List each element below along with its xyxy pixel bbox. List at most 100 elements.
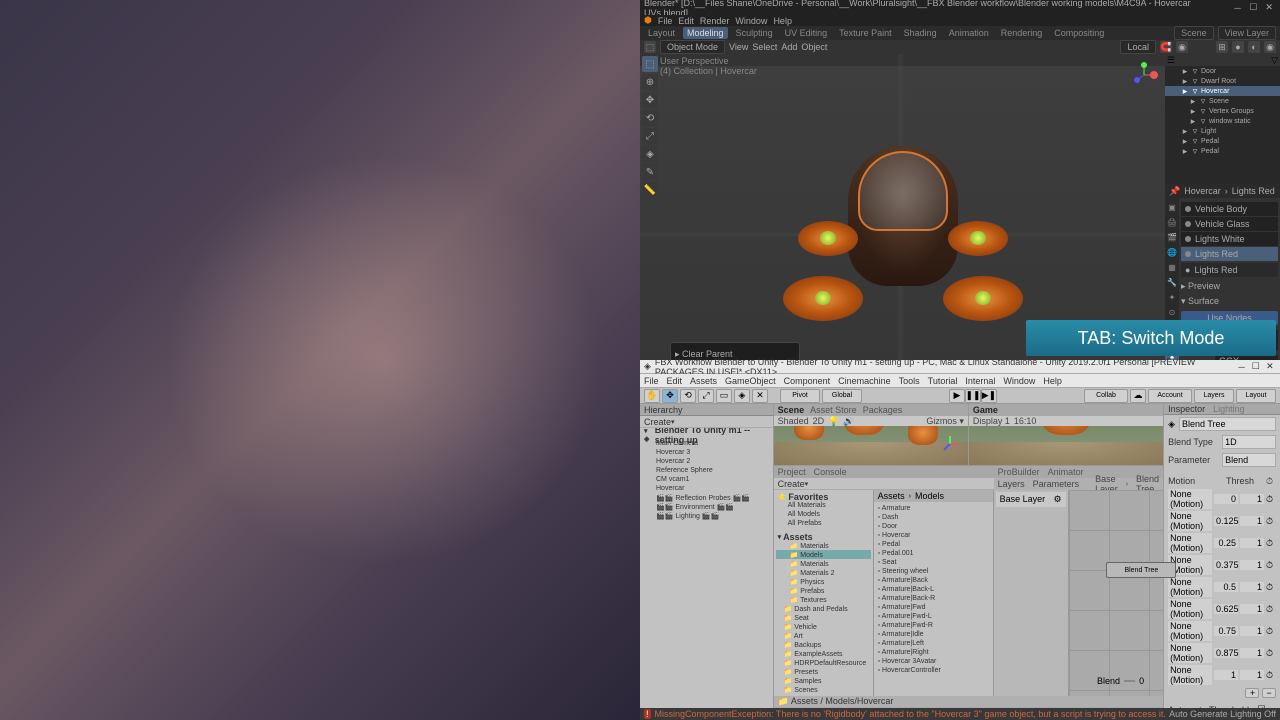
cursor-tool[interactable]: ⊕ [642, 74, 658, 90]
pause-button[interactable]: ❚❚ [965, 389, 981, 403]
menu-file[interactable]: File [658, 16, 673, 26]
tab-shading[interactable]: Shading [900, 27, 941, 39]
hand-tool[interactable]: ✋ [644, 389, 660, 403]
model-item[interactable]: ▫ Armature|Fwd [876, 603, 991, 612]
transform-tool-unity[interactable]: ◈ [734, 389, 750, 403]
menu-help[interactable]: Help [773, 16, 792, 26]
hierarchy-item[interactable]: 🎬🎬 Environment 🎬🎬 [642, 502, 771, 511]
blend-slider[interactable]: Blend 0 [1097, 676, 1144, 686]
aspect-dropdown[interactable]: 16:10 [1014, 416, 1037, 426]
transform-tool[interactable]: ◈ [642, 146, 658, 162]
model-item[interactable]: ▫ Armature|Idle [876, 630, 991, 639]
asset-folder[interactable]: 📁 Vehicle [776, 622, 871, 631]
asset-folder[interactable]: 📁 Scenes [776, 685, 871, 694]
unity-maximize-button[interactable]: ☐ [1250, 361, 1262, 373]
game-viewport[interactable] [969, 426, 1163, 465]
model-item[interactable]: ▫ Steering wheel [876, 567, 991, 576]
modifier-tab-icon[interactable]: 🔧 [1165, 275, 1179, 289]
snap-icon[interactable]: 🧲 [1160, 41, 1172, 53]
unity-menu-cinemachine[interactable]: Cinemachine [838, 376, 891, 386]
outliner-item[interactable]: ▸▿window static [1165, 116, 1280, 126]
scene-gizmo[interactable] [938, 432, 962, 456]
unity-menu-component[interactable]: Component [784, 376, 831, 386]
menu-view[interactable]: View [729, 42, 748, 52]
probuilder-tab[interactable]: ProBuilder [998, 467, 1040, 477]
base-layer-item[interactable]: Base Layer⚙ [996, 492, 1066, 507]
assets-header[interactable]: ▾ Assets [776, 532, 871, 541]
model-item[interactable]: ▫ HovercarController [876, 666, 991, 675]
asset-folder[interactable]: 📁 Materials [776, 559, 871, 568]
material-slot[interactable]: Lights Red [1181, 247, 1278, 261]
asset-folder[interactable]: 📁 HDRPDefaultResource [776, 658, 871, 667]
world-tab-icon[interactable]: 🌐 [1165, 245, 1179, 259]
scene-root[interactable]: ▾ ◈ Blender To Unity m1 -- setting up [642, 430, 771, 439]
tab-compositing[interactable]: Compositing [1050, 27, 1108, 39]
motion-row[interactable]: None (Motion)0.51⏱ [1166, 576, 1278, 598]
filter-icon[interactable]: ▽ [1271, 55, 1278, 66]
motion-row[interactable]: None (Motion)0.3751⏱ [1166, 554, 1278, 576]
output-tab-icon[interactable]: 🖨 [1165, 215, 1179, 229]
particle-tab-icon[interactable]: ✦ [1165, 290, 1179, 304]
shading-solid-icon[interactable]: ● [1232, 41, 1244, 53]
animator-graph[interactable]: Blend Tree Blend 0 [1069, 490, 1163, 696]
model-item[interactable]: ▫ Armature|Right [876, 648, 991, 657]
shading-render-icon[interactable]: ◉ [1264, 41, 1276, 53]
favorite-item[interactable]: All Materials [776, 501, 871, 510]
material-slot[interactable]: Lights White [1181, 232, 1278, 246]
menu-window[interactable]: Window [735, 16, 767, 26]
rect-tool[interactable]: ▭ [716, 389, 732, 403]
remove-motion-button[interactable]: − [1262, 688, 1276, 698]
project-create[interactable]: Create [778, 479, 805, 489]
object-tab-icon[interactable]: ▦ [1165, 260, 1179, 274]
scene-viewport[interactable] [774, 426, 968, 465]
unity-menu-window[interactable]: Window [1003, 376, 1035, 386]
favorites-header[interactable]: ⭐ Favorites [776, 492, 871, 501]
navigation-gizmo[interactable] [1129, 60, 1159, 90]
shading-matcap-icon[interactable]: ◐ [1248, 41, 1260, 53]
hierarchy-item[interactable]: Hovercar [642, 484, 771, 493]
outliner-item[interactable]: ▸▿Pedal [1165, 146, 1280, 156]
model-item[interactable]: ▫ Armature [876, 504, 991, 513]
model-item[interactable]: ▫ Armature|Back-R [876, 594, 991, 603]
move-tool[interactable]: ✥ [642, 92, 658, 108]
menu-edit[interactable]: Edit [678, 16, 694, 26]
material-slot[interactable]: Vehicle Glass [1181, 217, 1278, 231]
shaded-dropdown[interactable]: Shaded [778, 416, 809, 426]
asset-folder[interactable]: 📁 Samples [776, 676, 871, 685]
custom-tool[interactable]: ✕ [752, 389, 768, 403]
scene-tab[interactable]: Scene [778, 405, 805, 415]
mode-selector[interactable]: Object Mode [660, 40, 725, 54]
console-tab[interactable]: Console [814, 467, 847, 477]
asset-folder[interactable]: 📁 Textures [776, 595, 871, 604]
tab-animation[interactable]: Animation [945, 27, 993, 39]
parameters-tab[interactable]: Parameters [1033, 479, 1080, 489]
project-tab[interactable]: Project [778, 467, 806, 477]
inspector-field[interactable]: Blend [1222, 453, 1276, 467]
unity-menu-assets[interactable]: Assets [690, 376, 717, 386]
maximize-button[interactable]: ☐ [1246, 2, 1260, 14]
layout-button[interactable]: Layout [1236, 389, 1276, 403]
scale-tool[interactable]: ⤢ [642, 128, 658, 144]
menu-render[interactable]: Render [700, 16, 730, 26]
model-item[interactable]: ▫ Pedal [876, 540, 991, 549]
add-motion-button[interactable]: + [1245, 688, 1259, 698]
tab-layout[interactable]: Layout [644, 27, 679, 39]
measure-tool[interactable]: 📏 [642, 182, 658, 198]
select-tool[interactable]: ⬚ [642, 56, 658, 72]
lighting-tab[interactable]: Lighting [1213, 404, 1245, 414]
asset-folder[interactable]: 📁 Presets [776, 667, 871, 676]
asset-folder[interactable]: 📁 Materials [776, 541, 871, 550]
tab-sculpting[interactable]: Sculpting [732, 27, 777, 39]
model-item[interactable]: ▫ Armature|Back-L [876, 585, 991, 594]
motion-row[interactable]: None (Motion)0.1251⏱ [1166, 510, 1278, 532]
rotate-tool-unity[interactable]: ⟲ [680, 389, 696, 403]
outliner-type-icon[interactable]: ☰ [1167, 55, 1175, 66]
rotate-tool[interactable]: ⟲ [642, 110, 658, 126]
motion-row[interactable]: None (Motion)11⏱ [1166, 664, 1278, 686]
asset-folder[interactable]: 📁 Prefabs [776, 586, 871, 595]
layers-button[interactable]: Layers [1194, 389, 1234, 403]
favorite-item[interactable]: All Prefabs [776, 519, 871, 528]
hierarchy-item[interactable]: 🎬🎬 Reflection Probes 🎬🎬 [642, 493, 771, 502]
model-item[interactable]: ▫ Pedal.001 [876, 549, 991, 558]
tab-texture[interactable]: Texture Paint [835, 27, 896, 39]
